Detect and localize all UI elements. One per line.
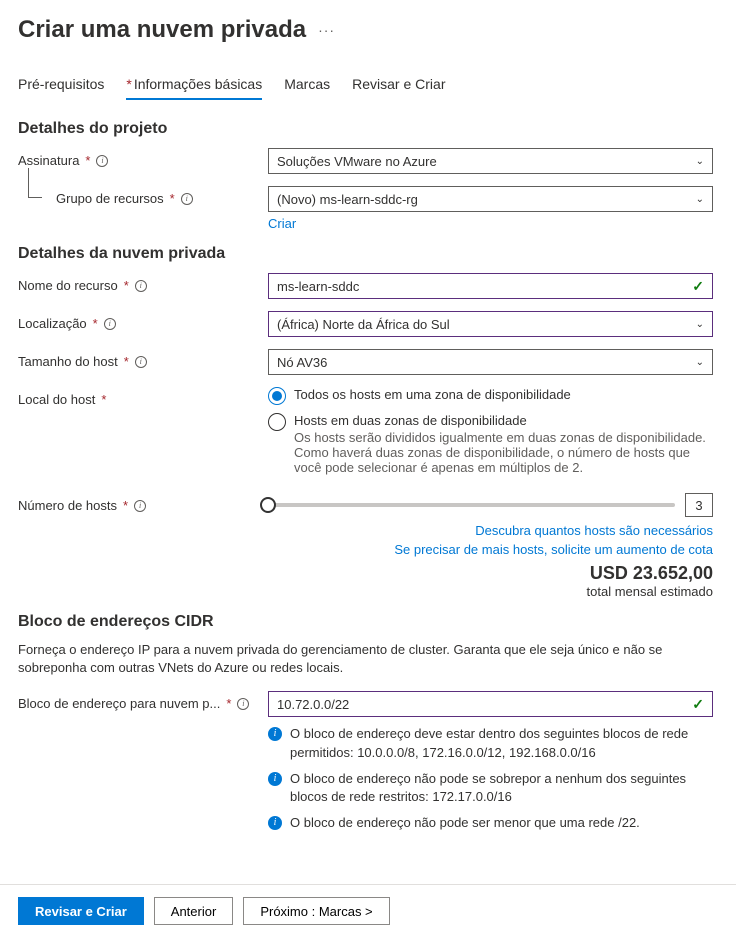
subscription-select[interactable]: Soluções VMware no Azure ⌄ [268, 148, 713, 174]
next-button[interactable]: Próximo : Marcas > [243, 897, 389, 925]
info-icon[interactable]: i [181, 193, 193, 205]
section-cloud-details: Detalhes da nuvem privada [18, 245, 718, 263]
info-icon: i [268, 772, 282, 786]
radio-single-zone[interactable] [268, 387, 286, 405]
host-location-label: Local do host [18, 392, 95, 407]
more-icon[interactable]: ··· [318, 22, 335, 38]
cidr-info-2: i O bloco de endereço não pode se sobrep… [268, 770, 713, 806]
cidr-info-1: i O bloco de endereço deve estar dentro … [268, 725, 713, 761]
info-icon[interactable]: i [237, 698, 249, 710]
required-icon: * [101, 392, 106, 407]
required-icon: * [93, 316, 98, 331]
review-create-button[interactable]: Revisar e Criar [18, 897, 144, 925]
location-select[interactable]: (África) Norte da África do Sul ⌄ [268, 311, 713, 337]
previous-button[interactable]: Anterior [154, 897, 234, 925]
radio-two-zones[interactable] [268, 413, 286, 431]
tab-basics[interactable]: *Informações básicas [126, 76, 262, 100]
resource-name-input[interactable]: ms-learn-sddc ✓ [268, 273, 713, 299]
page-title: Criar uma nuvem privada [18, 16, 306, 44]
tab-tags[interactable]: Marcas [284, 76, 330, 100]
create-resource-group-link[interactable]: Criar [268, 216, 296, 231]
resource-group-label: Grupo de recursos [56, 191, 164, 206]
radio-single-zone-label: Todos os hosts em uma zona de disponibil… [294, 387, 571, 402]
info-icon: i [268, 727, 282, 741]
info-icon[interactable]: i [135, 356, 147, 368]
price-amount: USD 23.652,00 [268, 563, 713, 584]
section-project-details: Detalhes do projeto [18, 120, 718, 138]
tabs: Pré-requisitos *Informações básicas Marc… [18, 76, 718, 100]
host-size-select[interactable]: Nó AV36 ⌄ [268, 349, 713, 375]
info-icon[interactable]: i [134, 500, 146, 512]
info-icon[interactable]: i [135, 280, 147, 292]
host-count-value[interactable]: 3 [685, 493, 713, 517]
discover-hosts-link[interactable]: Descubra quantos hosts são necessários [268, 523, 713, 538]
required-icon: * [124, 278, 129, 293]
required-icon: * [85, 153, 90, 168]
info-icon[interactable]: i [96, 155, 108, 167]
info-icon: i [268, 816, 282, 830]
indent-line [28, 168, 42, 198]
required-icon: * [123, 498, 128, 513]
slider-thumb[interactable] [260, 497, 276, 513]
required-icon: * [170, 191, 175, 206]
host-size-label: Tamanho do host [18, 354, 118, 369]
chevron-down-icon: ⌄ [696, 156, 704, 167]
resource-name-label: Nome do recurso [18, 278, 118, 293]
section-cidr: Bloco de endereços CIDR [18, 613, 718, 631]
required-icon: * [226, 696, 231, 711]
info-icon[interactable]: i [104, 318, 116, 330]
price-desc: total mensal estimado [268, 584, 713, 599]
resource-group-select[interactable]: (Novo) ms-learn-sddc-rg ⌄ [268, 186, 713, 212]
location-label: Localização [18, 316, 87, 331]
cidr-block-input[interactable]: 10.72.0.0/22 ✓ [268, 691, 713, 717]
check-icon: ✓ [692, 278, 704, 295]
footer: Revisar e Criar Anterior Próximo : Marca… [0, 884, 736, 937]
quota-increase-link[interactable]: Se precisar de mais hosts, solicite um a… [268, 542, 713, 557]
chevron-down-icon: ⌄ [696, 194, 704, 205]
radio-two-zones-desc: Os hosts serão divididos igualmente em d… [294, 430, 713, 475]
tab-review[interactable]: Revisar e Criar [352, 76, 445, 100]
required-icon: * [124, 354, 129, 369]
tab-prerequisites[interactable]: Pré-requisitos [18, 76, 104, 100]
cidr-description: Forneça o endereço IP para a nuvem priva… [18, 641, 718, 677]
cidr-info-3: i O bloco de endereço não pode ser menor… [268, 814, 713, 832]
chevron-down-icon: ⌄ [696, 357, 704, 368]
chevron-down-icon: ⌄ [696, 319, 704, 330]
radio-two-zones-label: Hosts em duas zonas de disponibilidade [294, 413, 527, 428]
cidr-block-label: Bloco de endereço para nuvem p... [18, 696, 220, 711]
host-count-label: Número de hosts [18, 498, 117, 513]
check-icon: ✓ [692, 696, 704, 713]
subscription-label: Assinatura [18, 153, 79, 168]
host-count-slider[interactable] [268, 503, 675, 507]
